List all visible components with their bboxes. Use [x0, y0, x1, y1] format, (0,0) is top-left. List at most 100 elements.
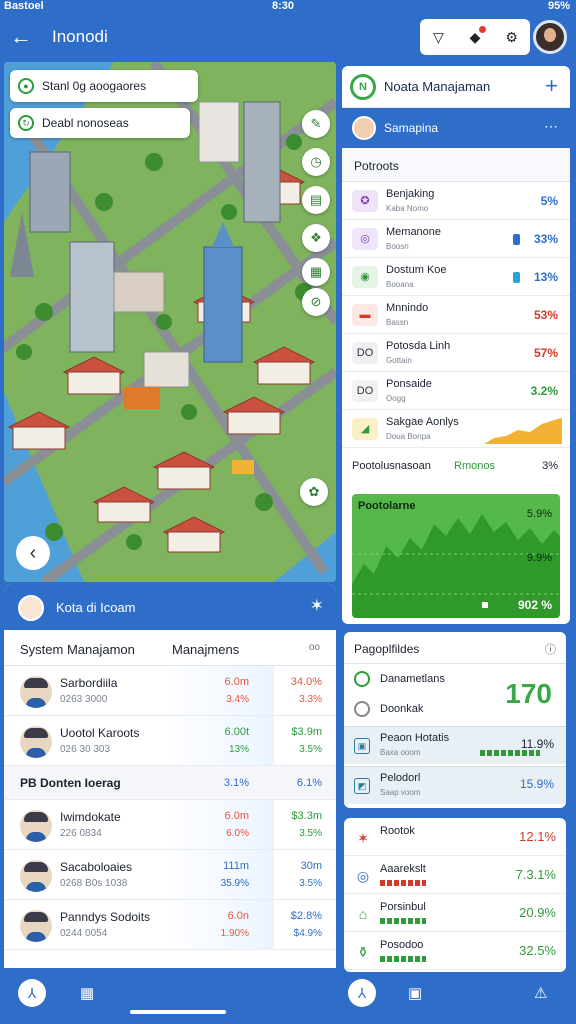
management-header: N Noata Manajaman + — [342, 66, 570, 108]
map-back-button[interactable]: ‹ — [16, 536, 50, 570]
profiles-row-1-value: 11.9% — [520, 737, 554, 751]
metrics-panel: ✶ Rootok 12.1% ◎ Aaarekslt 7.3.1% ⌂ Porsin… — [344, 818, 566, 972]
project-name: Benjaking — [386, 188, 435, 200]
profiles-row-1-title: Peaon Hotatis — [380, 732, 450, 744]
sparkline-area — [484, 418, 562, 444]
person-id: 026 30 303 — [60, 744, 111, 755]
profiles-big-number: 170 — [505, 678, 552, 709]
city-map[interactable]: ● Stanl 0g aoogaores ↻ Deabl nonoseas ✎ … — [4, 62, 336, 582]
notification-icon[interactable]: ◆ — [464, 26, 486, 48]
project-row[interactable]: DO Potosda Linh Gottain 57% — [342, 334, 570, 372]
logo-box-icon-2: DO — [352, 380, 378, 402]
table-row[interactable]: Sacaboloaies 0268 B0s 1038 111m 35.9% 30… — [4, 850, 336, 900]
person-avatar — [20, 810, 52, 842]
map-clock-icon[interactable]: ◷ — [302, 148, 330, 176]
tab-system[interactable]: System Manajamon — [20, 642, 135, 657]
metric-value: 12.1% — [519, 829, 556, 844]
project-name: Memanone — [386, 226, 442, 238]
plant-icon: ⚱ — [357, 944, 369, 960]
table-tabs: System Manajamon Manajmens oo — [4, 630, 336, 666]
cell-value-c: 30m — [300, 860, 322, 872]
area-chart-card[interactable]: Pootolarne 5.9% 9.9% 902 % — [352, 494, 560, 618]
status-bar: Bastoel 8:30 95% — [0, 0, 576, 14]
landscape-icon: ◢ — [352, 418, 378, 440]
nav-home-button[interactable]: ⅄ — [18, 979, 46, 1007]
project-row[interactable]: ✪ Benjaking Kaba Nomo 5% — [342, 182, 570, 220]
cell-value-a: 6.0m — [224, 676, 249, 688]
profiles-row-1[interactable]: ▣ Peaon Hotatis Baxa ooom 11.9% — [344, 726, 566, 764]
tab-more[interactable]: oo — [309, 642, 320, 653]
summary-filter[interactable]: Rmonos — [454, 460, 495, 472]
metric-row[interactable]: ⌂ Porsinbul 20.9% — [344, 894, 566, 932]
chart-title: Pootolarne — [358, 500, 416, 512]
person-id: 0263 3000 — [60, 694, 108, 705]
map-chip-label-2: Deabl nonoseas — [42, 116, 129, 130]
profiles-row-2[interactable]: ◩ Pelodorl Saap voom 15.9% — [344, 766, 566, 804]
table-row[interactable]: Iwimdokate 226 0834 6.0m 6.0% $3.3m 3.5% — [4, 800, 336, 850]
person-name: Sarbordiila — [60, 676, 118, 690]
map-filter-chip-1[interactable]: ● Stanl 0g aoogaores — [10, 70, 198, 102]
person-name: Panndys Sodoits — [60, 910, 151, 924]
nav-home-button-2[interactable]: ⅄ — [348, 979, 376, 1007]
project-sub: Gottain — [386, 356, 412, 365]
city-data-title: Kota di Icoam — [56, 600, 136, 615]
metric-row[interactable]: ⚱ Posodoo 32.5% — [344, 932, 566, 970]
project-name: Ponsaide — [386, 378, 432, 390]
map-compass-icon[interactable]: ⊘ — [302, 288, 330, 316]
cell-value-b: 3.4% — [226, 694, 249, 705]
table-row[interactable]: Sarbordiila 0263 3000 6.0m 3.4% 34.0% 3.… — [4, 666, 336, 716]
map-zoom-icon[interactable]: ✿ — [300, 478, 328, 506]
metric-row[interactable]: ◎ Aaarekslt 7.3.1% — [344, 856, 566, 894]
add-icon[interactable]: + — [545, 73, 558, 99]
map-leaf-icon[interactable]: ✎ — [302, 110, 330, 138]
group-value-b: 6.1% — [296, 777, 322, 789]
tab-management[interactable]: Manajmens — [172, 642, 239, 657]
metric-label: Rootok — [380, 825, 415, 837]
group-header-row[interactable]: PB Donten Ioerag 3.1% 6.1% — [4, 766, 336, 800]
chart-icon: ◩ — [354, 778, 370, 794]
settings-icon[interactable]: ⚙ — [501, 26, 523, 48]
user-strip[interactable]: Samapina ⋯ — [342, 108, 570, 148]
user-avatar[interactable] — [533, 20, 567, 54]
profiles-option-2-label: Doonkak — [380, 703, 424, 715]
table-row[interactable]: Panndys Sodoits 0244 0054 6.0n 1.90% $2.… — [4, 900, 336, 950]
nav-calendar-icon[interactable]: ▦ — [80, 984, 94, 1002]
map-filter-chip-2[interactable]: ↻ Deabl nonoseas — [10, 108, 190, 138]
image-icon: ▣ — [354, 738, 370, 754]
map-document-icon[interactable]: ▤ — [302, 186, 330, 214]
city-map-illustration — [4, 62, 336, 582]
project-row[interactable]: ◎ Memanone Boosn 33% — [342, 220, 570, 258]
nav-gallery-icon[interactable]: ▣ — [408, 984, 422, 1002]
more-menu-icon[interactable]: ⋯ — [544, 118, 558, 135]
cell-value-b: 13% — [228, 744, 249, 755]
project-row[interactable]: DO Ponsaide Oogg 3.2% — [342, 372, 570, 410]
filter-icon[interactable]: ▽ — [427, 26, 449, 48]
star-icon[interactable]: ✶ — [310, 596, 324, 616]
tree-icon: ⌂ — [358, 906, 368, 922]
toolbar-icons: ▽ ◆ ⚙ — [420, 19, 530, 55]
project-percent: 13% — [533, 270, 558, 284]
project-sub: Booana — [386, 280, 414, 289]
project-row[interactable]: ▬ Mnnindo Bassn 53% — [342, 296, 570, 334]
summary-value: 3% — [542, 460, 558, 472]
map-chip-label-1: Stanl 0g aoogaores — [42, 79, 147, 93]
nav-alert-icon[interactable]: ⚠ — [534, 984, 547, 1002]
person-id: 226 0834 — [60, 828, 102, 839]
logo-box-icon: DO — [352, 342, 378, 364]
back-arrow-icon[interactable]: ← — [8, 24, 34, 50]
profiles-title: Pagoplfildes — [354, 642, 420, 656]
info-icon[interactable]: ⓘ — [545, 641, 556, 657]
project-row[interactable]: ◢ Sakgae Aonlys Doua Bonpa — [342, 410, 570, 448]
project-bar-indicator — [513, 272, 520, 283]
map-layers-icon[interactable]: ❖ — [302, 224, 330, 252]
table-row[interactable]: Uootol Karoots 026 30 303 6.00t 13% $3.9… — [4, 716, 336, 766]
person-avatar — [20, 910, 52, 942]
project-row[interactable]: ◉ Dostum Koe Booana 13% — [342, 258, 570, 296]
chart-value-total: 902 % — [517, 598, 552, 612]
map-grid-icon[interactable]: ▦ — [302, 258, 330, 286]
metric-value: 32.5% — [519, 943, 556, 958]
chart-value-mid: 9.9% — [526, 552, 552, 564]
city-avatar — [18, 595, 44, 621]
metric-row[interactable]: ✶ Rootok 12.1% — [344, 818, 566, 856]
row-highlight — [164, 666, 274, 715]
